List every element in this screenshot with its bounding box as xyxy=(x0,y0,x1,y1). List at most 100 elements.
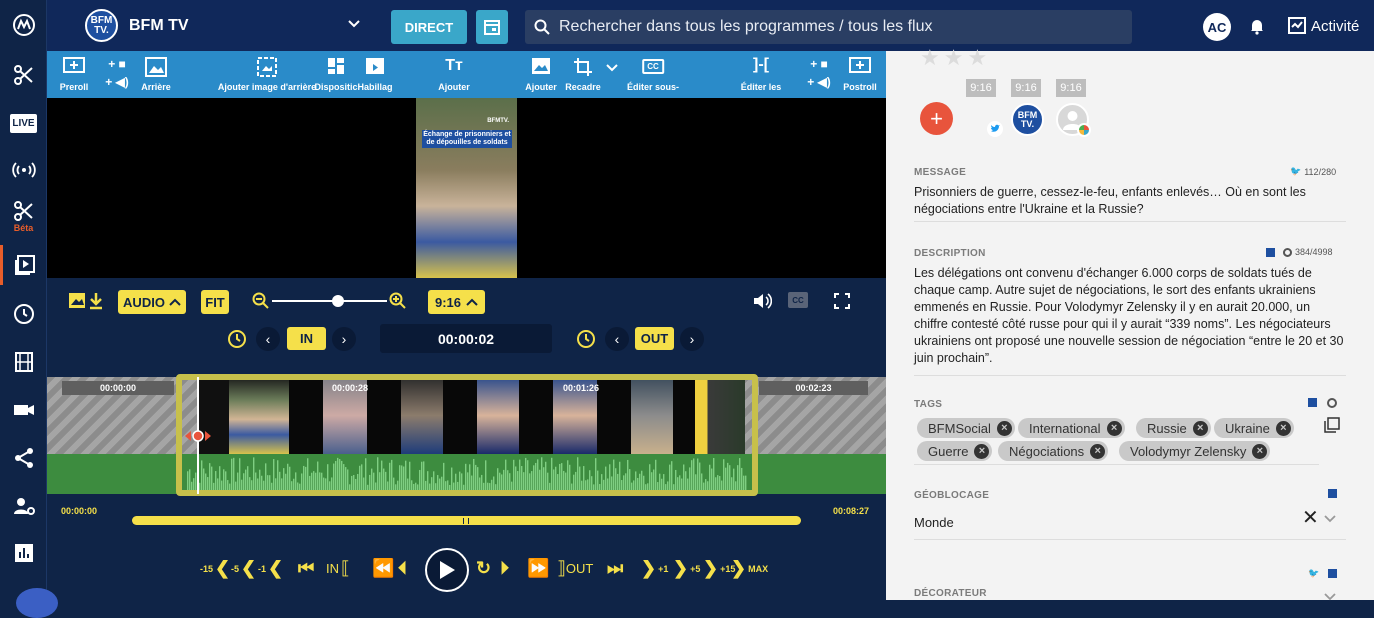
message-text[interactable]: Prisonniers de guerre, cessez-le-feu, en… xyxy=(914,184,1344,218)
max-button[interactable]: ❯ MAX xyxy=(731,558,768,579)
crop-dropdown[interactable] xyxy=(605,51,619,98)
selection-range[interactable] xyxy=(176,374,758,496)
close-icon[interactable]: × xyxy=(1106,420,1122,436)
tag-chip[interactable]: International × xyxy=(1018,418,1125,438)
go-in-button[interactable]: IN ⟦ xyxy=(326,558,350,579)
timeline[interactable]: 00:00:00 00:02:23 00:00:28 00:01:26 xyxy=(47,374,886,496)
description-text[interactable]: Les délégations ont convenu d'échanger 6… xyxy=(914,265,1344,367)
rewind-icon[interactable]: ⏪ xyxy=(372,558,394,579)
step-forward-icon[interactable]: ⏵ xyxy=(500,558,509,579)
video-library-icon[interactable] xyxy=(0,245,47,285)
ajouter-image-button[interactable]: Ajouter image d'arrière xyxy=(218,51,316,98)
bell-icon[interactable] xyxy=(1248,17,1266,40)
cc-toggle-button[interactable]: CC xyxy=(788,292,808,308)
channel-name[interactable]: BFM TV xyxy=(129,17,189,35)
bfm-account-avatar[interactable]: BFM TV. xyxy=(1011,103,1044,136)
broadcast-icon[interactable] xyxy=(0,150,47,190)
in-prev-button[interactable]: ‹ xyxy=(256,327,280,351)
avatar[interactable]: AC xyxy=(1203,13,1231,41)
back-1-button[interactable]: -1 ❮ xyxy=(258,558,283,579)
ajouter-texte-button[interactable]: Tт Ajouter xyxy=(437,51,471,98)
postroll-button[interactable]: Postroll xyxy=(843,51,877,98)
film-strip-icon[interactable] xyxy=(0,342,47,382)
forward-1-button[interactable]: ❯ +1 xyxy=(641,558,668,579)
zoom-out-icon[interactable] xyxy=(252,292,270,315)
out-next-button[interactable]: › xyxy=(680,327,704,351)
playhead-handle[interactable] xyxy=(185,429,211,443)
app-logo-icon[interactable] xyxy=(0,5,47,45)
user-settings-icon[interactable] xyxy=(0,486,47,526)
live-button[interactable]: LIVE xyxy=(0,103,47,143)
calendar-button[interactable] xyxy=(476,10,508,44)
activity-link[interactable]: Activité xyxy=(1311,18,1359,35)
add-media-end-button[interactable]: + ■ + ◀) xyxy=(799,51,839,98)
close-icon[interactable]: × xyxy=(1275,420,1291,436)
preroll-button[interactable]: Preroll xyxy=(59,51,89,98)
recadrer-button[interactable]: Recadre xyxy=(565,51,601,98)
close-icon[interactable]: × xyxy=(1090,443,1106,459)
go-out-button[interactable]: ⟧ OUT xyxy=(557,558,593,579)
close-icon[interactable]: × xyxy=(996,420,1012,436)
zoom-slider[interactable] xyxy=(272,300,387,302)
back-15-button[interactable]: -15 ❮ xyxy=(200,558,230,579)
copy-icon[interactable] xyxy=(1324,417,1340,438)
out-button[interactable]: OUT xyxy=(635,327,674,350)
arriere-button[interactable]: Arrière xyxy=(139,51,173,98)
play-button[interactable] xyxy=(425,548,469,592)
help-bubble[interactable] xyxy=(16,588,58,618)
set-out-clock-icon[interactable] xyxy=(576,329,596,354)
set-in-clock-icon[interactable] xyxy=(227,329,247,354)
replay-icon[interactable]: ↻ xyxy=(476,558,491,579)
close-icon[interactable]: × xyxy=(974,443,990,459)
clear-icon[interactable]: ✕ xyxy=(1302,505,1319,530)
direct-button[interactable]: DIRECT xyxy=(391,10,467,44)
chevron-down-icon[interactable] xyxy=(347,17,361,36)
star-rating[interactable]: ★★★ xyxy=(920,45,991,71)
add-account-button[interactable]: + xyxy=(920,102,953,135)
audio-button[interactable]: AUDIO xyxy=(118,290,186,314)
scissors-beta-button[interactable]: Béta xyxy=(0,196,47,236)
fit-button[interactable]: FIT xyxy=(201,290,229,314)
go-end-icon[interactable]: ⏭ xyxy=(607,558,623,579)
geoblocage-select[interactable]: Monde xyxy=(914,515,954,530)
search-input[interactable]: Rechercher dans tous les programmes / to… xyxy=(525,10,1132,44)
tag-chip[interactable]: BFMSocial × xyxy=(917,418,1015,438)
stats-icon[interactable] xyxy=(0,533,47,573)
tag-chip[interactable]: Négociations × xyxy=(998,441,1109,461)
habillage-button[interactable]: Habillag xyxy=(357,51,393,98)
camera-icon[interactable] xyxy=(0,390,47,430)
tag-chip[interactable]: Russie × xyxy=(1136,418,1211,438)
twitter-icon[interactable] xyxy=(987,121,1003,137)
clock-icon[interactable] xyxy=(0,294,47,334)
go-start-icon[interactable]: ⏮ xyxy=(298,558,314,579)
tag-chip[interactable]: Ukraine × xyxy=(1214,418,1294,438)
add-media-button[interactable]: + ■ + ◀) xyxy=(97,51,137,98)
activity-icon[interactable] xyxy=(1288,16,1306,39)
chevron-down-icon[interactable] xyxy=(1324,589,1336,607)
overview-handle[interactable] xyxy=(463,518,469,524)
forward-5-button[interactable]: ❯ +5 xyxy=(673,558,700,579)
share-icon[interactable] xyxy=(0,438,47,478)
close-icon[interactable]: × xyxy=(1192,420,1208,436)
scissors-icon[interactable] xyxy=(0,55,47,95)
tag-chip[interactable]: Volodymyr Zelensky × xyxy=(1119,441,1271,461)
zoom-in-icon[interactable] xyxy=(389,292,407,315)
fast-forward-icon[interactable]: ⏩ xyxy=(527,558,549,579)
chevron-down-icon[interactable] xyxy=(1324,511,1336,529)
fullscreen-icon[interactable] xyxy=(834,293,850,314)
in-button[interactable]: IN xyxy=(287,327,326,350)
snapshot-download-icon[interactable] xyxy=(68,291,106,316)
editer-sous-titres-button[interactable]: CC Éditer sous- xyxy=(625,51,681,98)
tag-chip[interactable]: Guerre × xyxy=(917,441,993,461)
step-back-icon[interactable]: ⏴ xyxy=(398,558,407,579)
ratio-button[interactable]: 9:16 xyxy=(428,290,485,314)
ajouter-image2-button[interactable]: Ajouter xyxy=(525,51,557,98)
volume-icon[interactable] xyxy=(752,292,773,315)
dispositif-button[interactable]: Dispositic xyxy=(314,51,358,98)
editer-les-button[interactable]: ]-[ Éditer les xyxy=(739,51,783,98)
back-5-button[interactable]: -5 ❮ xyxy=(231,558,256,579)
zoom-slider-handle[interactable] xyxy=(332,295,344,307)
close-icon[interactable]: × xyxy=(1252,443,1268,459)
in-next-button[interactable]: › xyxy=(332,327,356,351)
out-prev-button[interactable]: ‹ xyxy=(605,327,629,351)
